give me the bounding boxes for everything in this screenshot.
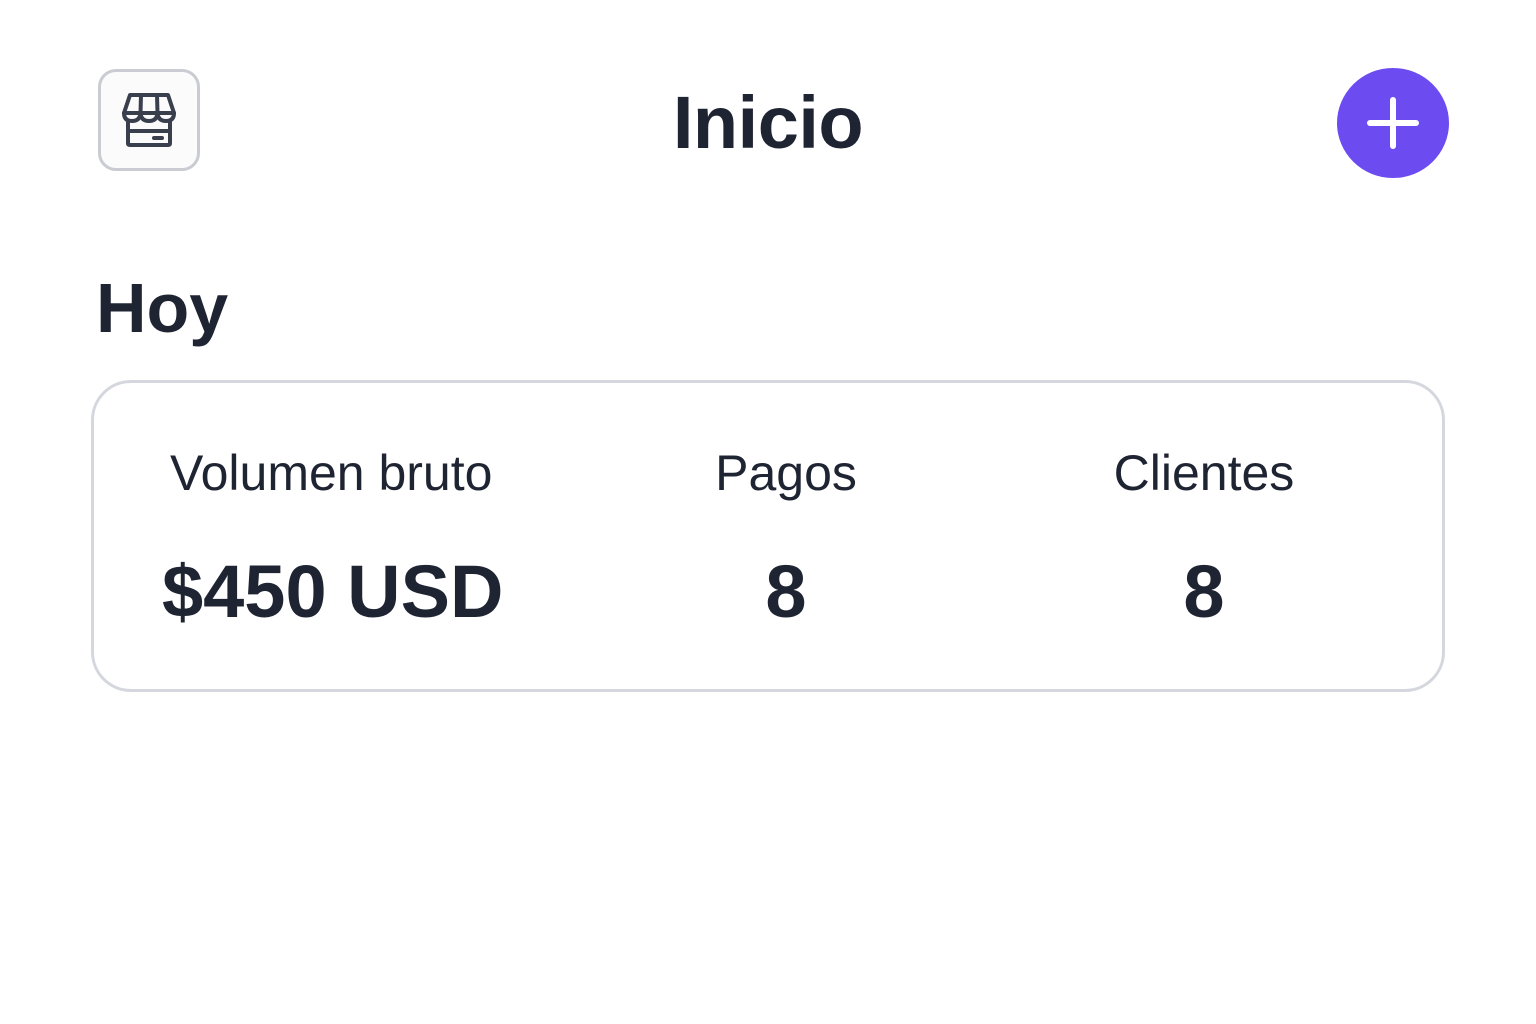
stat-value: $450 USD <box>162 550 504 633</box>
stat-payments: Pagos 8 <box>606 441 966 635</box>
stat-value: 8 <box>1183 550 1225 633</box>
plus-icon <box>1367 97 1419 149</box>
page-title: Inicio <box>672 81 864 164</box>
stat-customers: Clientes 8 <box>1024 441 1384 635</box>
today-stats-card: Volumen bruto $450 USD Pagos 8 Clientes … <box>91 380 1445 692</box>
stat-label: Pagos <box>715 445 857 501</box>
stat-label: Clientes <box>1113 445 1295 501</box>
stat-label: Volumen bruto <box>170 445 493 501</box>
stat-value: 8 <box>765 550 807 633</box>
section-heading-today: Hoy <box>96 269 229 347</box>
stat-gross-volume: Volumen bruto $450 USD <box>134 441 574 635</box>
add-button[interactable] <box>1337 68 1449 178</box>
